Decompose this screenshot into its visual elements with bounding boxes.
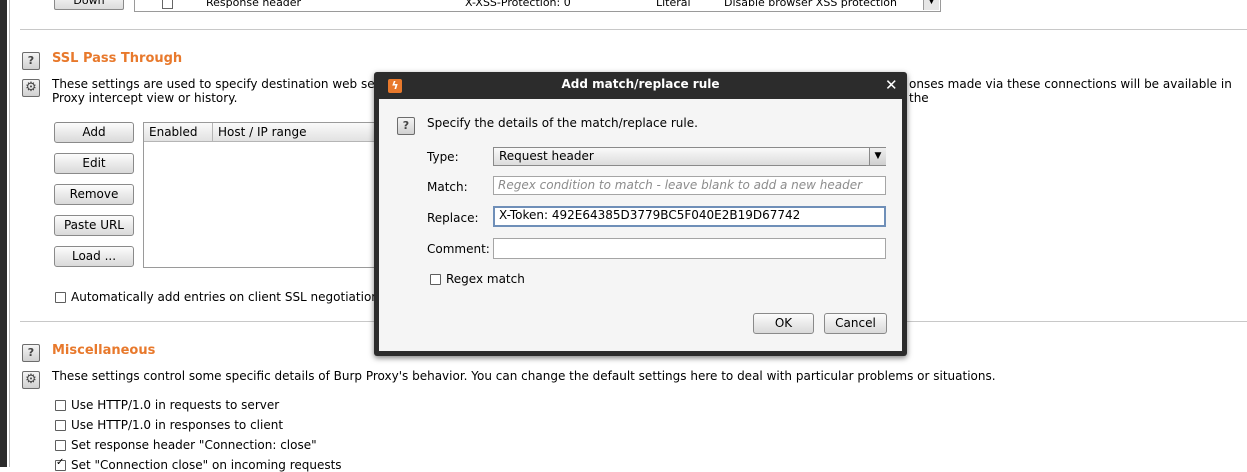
http10-requests-checkbox[interactable] <box>55 400 66 411</box>
dialog-title: Add match/replace rule <box>561 77 720 91</box>
row-match: X-XSS-Protection: 0 <box>465 0 571 9</box>
load-button[interactable]: Load ... <box>54 246 134 267</box>
connection-close-requests-label: Set "Connection close" on incoming reque… <box>71 458 342 472</box>
row-comment: Disable browser XSS protection <box>724 0 897 9</box>
comment-label: Comment: <box>427 242 490 256</box>
ssl-passthrough-table[interactable]: Enabled Host / IP range <box>143 122 385 268</box>
replace-label: Replace: <box>427 211 479 225</box>
comment-input[interactable] <box>493 238 886 259</box>
match-input[interactable]: Regex condition to match - leave blank t… <box>493 176 886 195</box>
auto-add-checkbox[interactable] <box>55 292 66 303</box>
paste-url-button[interactable]: Paste URL <box>54 215 134 236</box>
cancel-button[interactable]: Cancel <box>824 313 887 334</box>
http10-responses-checkbox[interactable] <box>55 420 66 431</box>
down-button[interactable]: Down <box>54 0 124 10</box>
http10-requests-label: Use HTTP/1.0 in requests to server <box>71 398 280 412</box>
dialog-body: ? Specify the details of the match/repla… <box>379 99 902 351</box>
http10-responses-label: Use HTTP/1.0 in responses to client <box>71 418 284 432</box>
remove-button[interactable]: Remove <box>54 184 134 205</box>
auto-add-label: Automatically add entries on client SSL … <box>71 290 401 304</box>
replace-value: X-Token: 492E64385D3779BC5F040E2B19D6774… <box>499 208 801 222</box>
misc-description: These settings control some specific det… <box>52 369 996 383</box>
replace-input[interactable]: X-Token: 492E64385D3779BC5F040E2B19D6774… <box>493 206 886 227</box>
edit-button[interactable]: Edit <box>54 153 134 174</box>
column-enabled[interactable]: Enabled <box>144 123 213 141</box>
table-header: Enabled Host / IP range <box>144 123 384 142</box>
ok-button[interactable]: OK <box>753 313 814 334</box>
row-type: Response header <box>206 0 302 9</box>
type-select[interactable]: Request header <box>493 147 886 166</box>
window-left-edge <box>0 0 7 467</box>
dialog-intro: Specify the details of the match/replace… <box>427 116 698 130</box>
connection-close-label: Set response header "Connection: close" <box>71 438 317 452</box>
close-icon[interactable]: ✕ <box>885 76 898 94</box>
panel-border <box>9 0 10 467</box>
column-host[interactable]: Host / IP range <box>213 123 384 141</box>
type-select-value: Request header <box>499 149 594 163</box>
regex-match-checkbox[interactable] <box>430 274 441 285</box>
connection-close-requests-checkbox[interactable] <box>55 457 66 471</box>
ssl-description-line2: Proxy intercept view or history. <box>52 91 238 105</box>
row-kind: Literal <box>656 0 691 9</box>
add-button[interactable]: Add <box>54 122 134 143</box>
ssl-section-title: SSL Pass Through <box>52 51 183 66</box>
table-scrollbar[interactable]: ▼ <box>923 0 939 10</box>
type-label: Type: <box>427 150 459 164</box>
add-match-replace-dialog: ϟ Add match/replace rule ✕ ? Specify the… <box>374 72 907 356</box>
gear-icon[interactable]: ⚙ <box>22 79 40 97</box>
regex-match-label: Regex match <box>446 272 525 286</box>
ssl-description-right: onses made via these connections will be… <box>909 77 1232 105</box>
help-icon[interactable]: ? <box>22 52 40 70</box>
gear-icon[interactable]: ⚙ <box>22 371 40 389</box>
chevron-down-icon[interactable]: ▼ <box>869 148 886 165</box>
connection-close-checkbox[interactable] <box>55 440 66 451</box>
match-label: Match: <box>427 180 468 194</box>
row-enabled-checkbox[interactable] <box>162 0 173 9</box>
match-placeholder: Regex condition to match - leave blank t… <box>498 178 863 192</box>
help-icon[interactable]: ? <box>22 344 40 362</box>
help-icon[interactable]: ? <box>397 117 415 135</box>
ssl-description: These settings are used to specify desti… <box>52 77 399 91</box>
section-divider <box>20 29 1247 30</box>
misc-section-title: Miscellaneous <box>52 343 156 358</box>
